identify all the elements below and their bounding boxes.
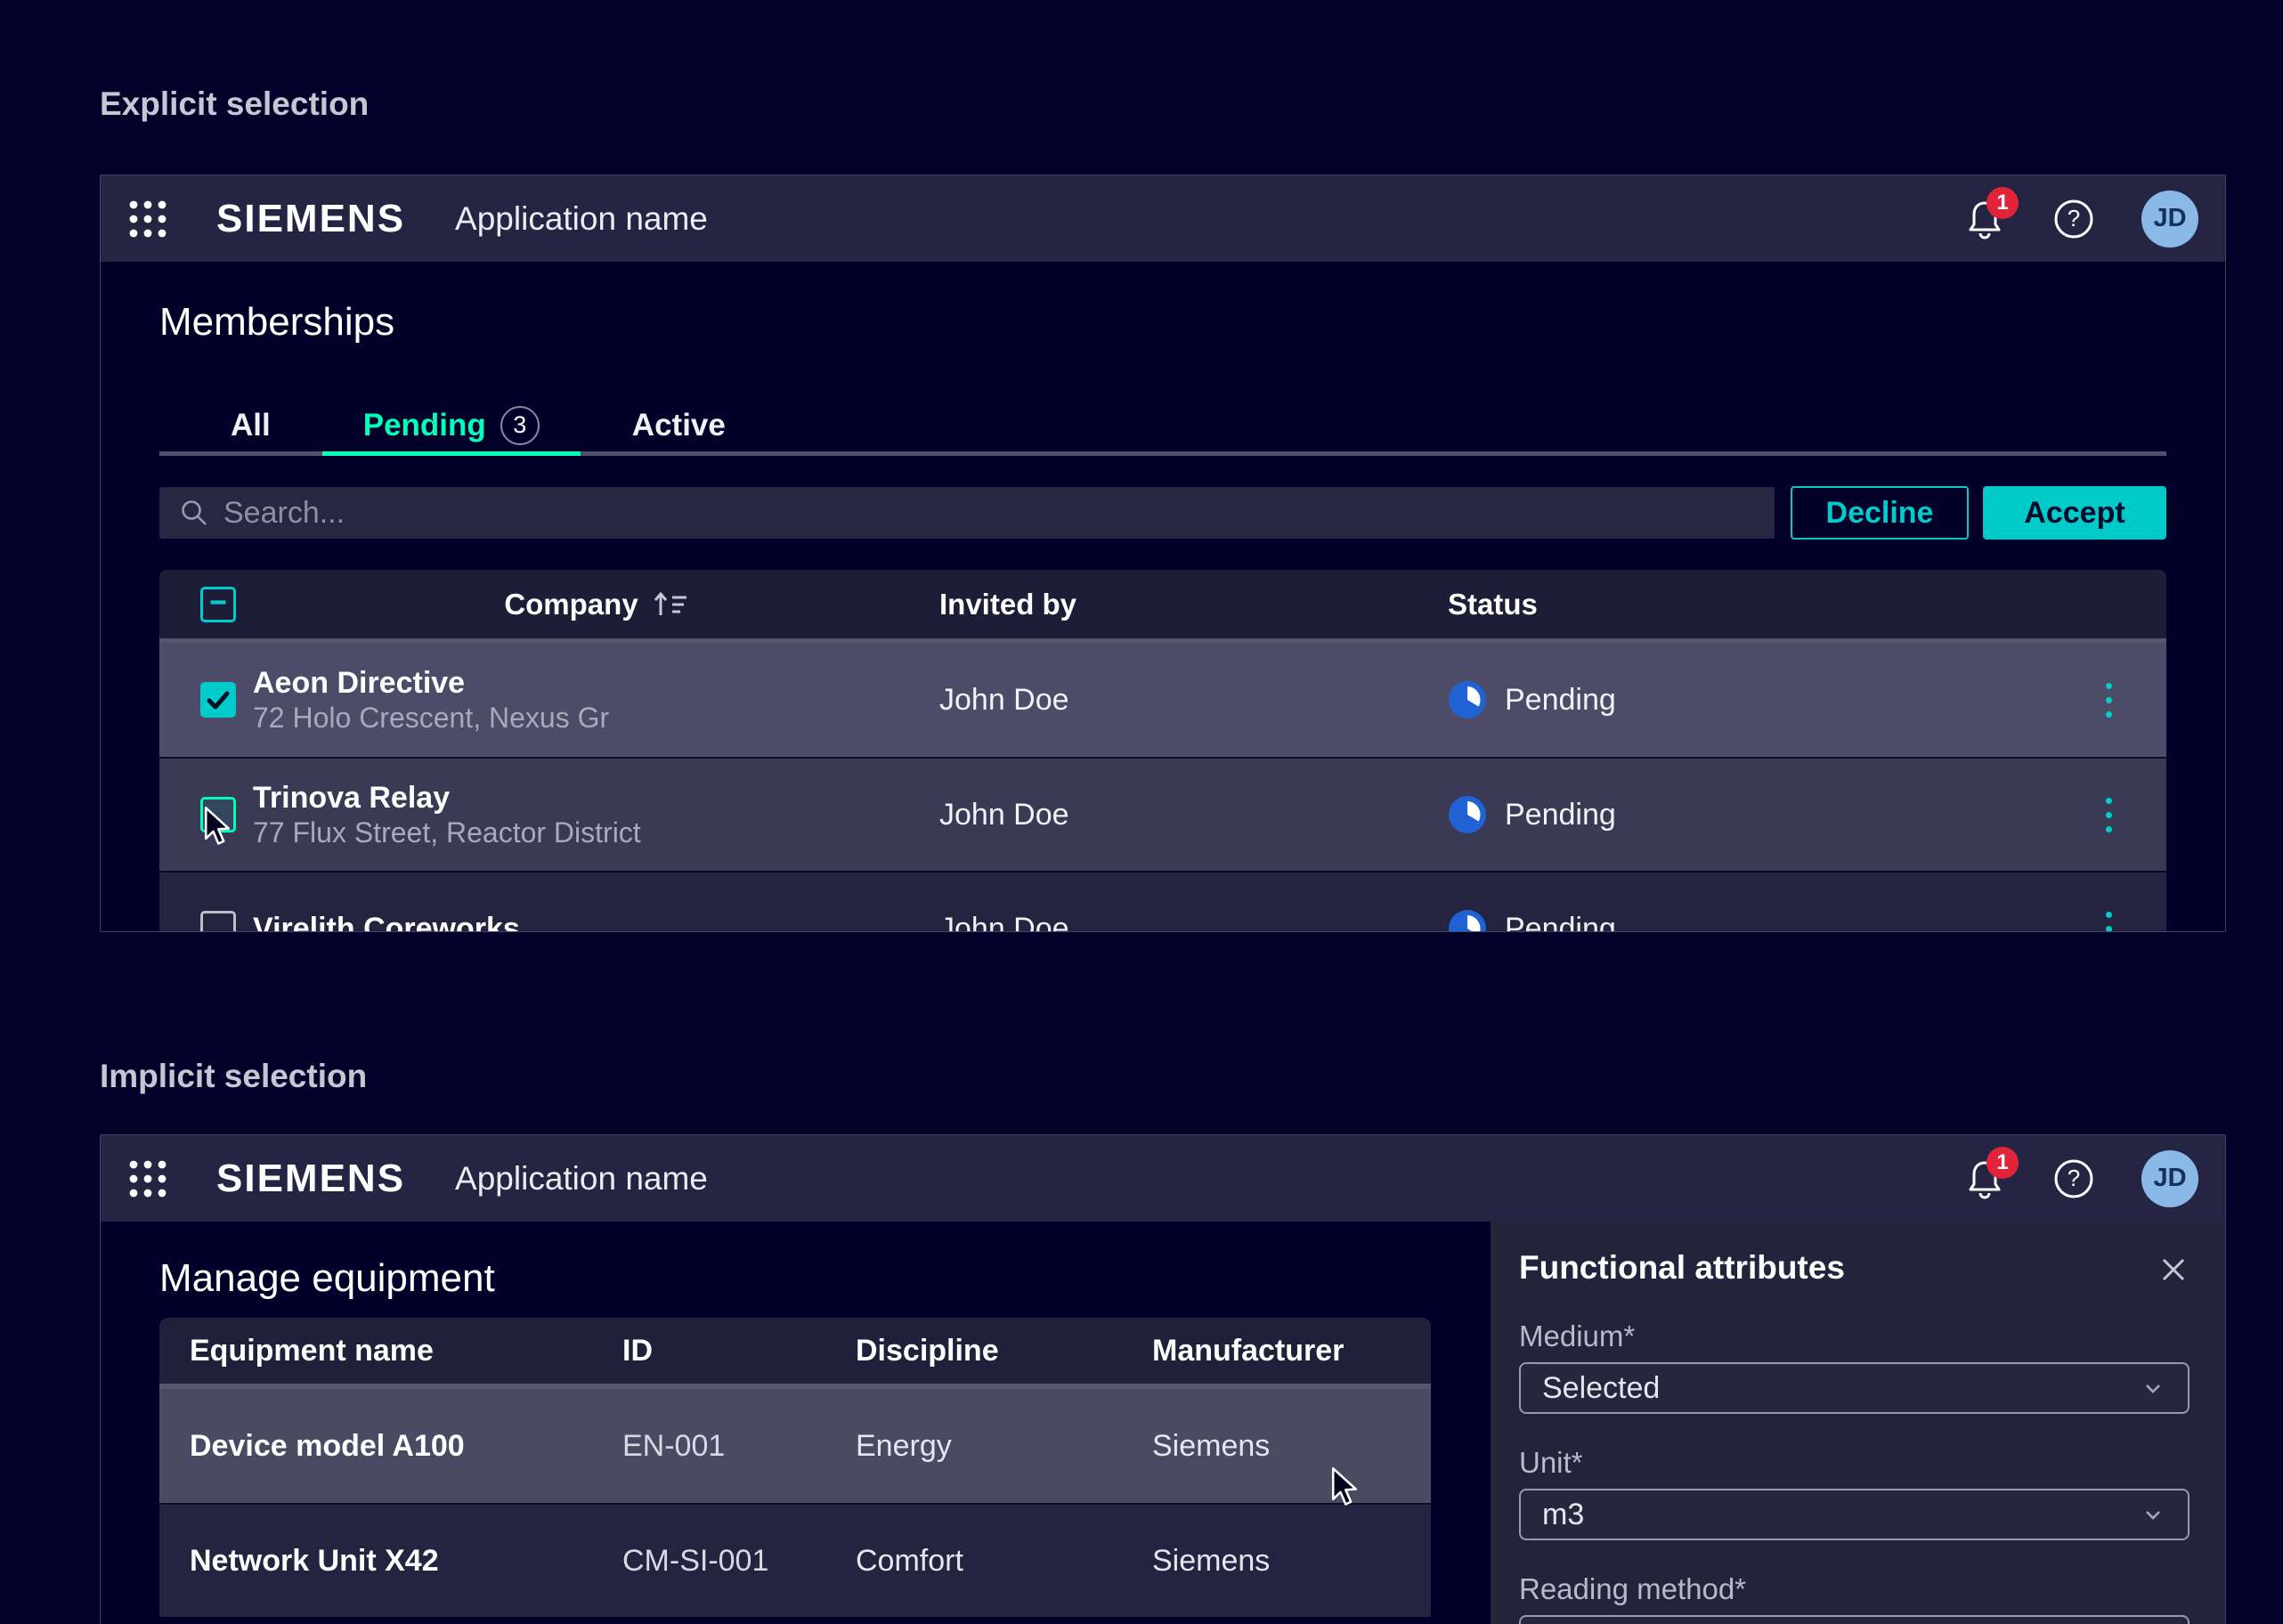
column-status[interactable]: Status [1448, 588, 2051, 621]
notifications-button[interactable]: 1 [1963, 1157, 2006, 1200]
tab-pending[interactable]: Pending 3 [322, 399, 581, 456]
table-row[interactable]: Aeon Directive 72 Holo Crescent, Nexus G… [159, 643, 2166, 757]
mouse-cursor [1330, 1467, 1359, 1508]
row-checkbox-unchecked[interactable] [200, 911, 236, 932]
application-name: Application name [455, 200, 708, 238]
status-text: Pending [1505, 912, 1616, 933]
chevron-down-icon [2140, 1501, 2166, 1528]
equipment-discipline: Comfort [856, 1544, 1152, 1579]
table-row[interactable]: Network Unit X42 CM-SI-001 Comfort Sieme… [159, 1503, 1431, 1617]
company-name: Aeon Directive [253, 665, 939, 701]
siemens-logo: SIEMENS [216, 197, 405, 241]
equipment-id: CM-SI-001 [622, 1544, 856, 1579]
unit-select[interactable]: m3 [1519, 1489, 2190, 1540]
reading-method-select[interactable] [1519, 1615, 2190, 1624]
close-icon[interactable] [2157, 1254, 2190, 1286]
equipment-manufacturer: Siemens [1152, 1544, 1431, 1579]
equipment-manufacturer: Siemens [1152, 1429, 1431, 1464]
invited-by: John Doe [939, 798, 1448, 832]
memberships-window: SIEMENS Application name 1 ? JD Membersh [100, 175, 2226, 932]
table-header-row: Equipment name ID Discipline Manufacture… [159, 1318, 1431, 1389]
panel-title: Functional attributes [1519, 1248, 1845, 1287]
column-id[interactable]: ID [622, 1334, 856, 1368]
row-menu-button[interactable] [2100, 678, 2117, 723]
equipment-table: Equipment name ID Discipline Manufacture… [159, 1318, 1431, 1617]
app-header: SIEMENS Application name 1 ? JD [101, 175, 2225, 262]
tab-all[interactable]: All [190, 399, 312, 456]
help-icon[interactable]: ? [2052, 1157, 2095, 1200]
column-invited-by[interactable]: Invited by [939, 588, 1448, 621]
pending-status-icon [1448, 795, 1487, 834]
section-label-explicit: Explicit selection [100, 85, 369, 123]
search-icon [179, 498, 209, 528]
user-avatar[interactable]: JD [2141, 191, 2198, 248]
app-launcher-icon[interactable] [127, 1158, 168, 1199]
accept-button[interactable]: Accept [1983, 486, 2166, 540]
svg-text:?: ? [2068, 1165, 2080, 1191]
section-label-implicit: Implicit selection [100, 1058, 367, 1095]
help-icon[interactable]: ? [2052, 198, 2095, 240]
siemens-logo: SIEMENS [216, 1157, 405, 1201]
company-address: 72 Holo Crescent, Nexus Gr [253, 701, 939, 735]
pending-status-icon [1448, 680, 1487, 719]
company-name: Trinova Relay [253, 780, 939, 816]
row-menu-button[interactable] [2100, 792, 2117, 838]
sort-ascending-icon[interactable] [653, 589, 688, 620]
field-label-unit: Unit* [1519, 1444, 2190, 1482]
memberships-table: Company Invited by Status [159, 570, 2166, 932]
column-manufacturer[interactable]: Manufacturer [1152, 1334, 1431, 1368]
field-label-medium: Medium* [1519, 1318, 2190, 1355]
medium-select[interactable]: Selected [1519, 1362, 2190, 1414]
pending-count-badge: 3 [500, 406, 540, 445]
pending-status-icon [1448, 909, 1487, 932]
equipment-window: SIEMENS Application name 1 ? JD [100, 1134, 2226, 1624]
user-avatar[interactable]: JD [2141, 1150, 2198, 1207]
table-header-row: Company Invited by Status [159, 570, 2166, 643]
search-placeholder: Search... [223, 496, 345, 531]
search-input[interactable]: Search... [159, 487, 1775, 539]
application-name: Application name [455, 1160, 708, 1198]
table-row[interactable]: Trinova Relay 77 Flux Street, Reactor Di… [159, 757, 2166, 871]
select-all-checkbox[interactable] [200, 587, 236, 622]
equipment-name: Network Unit X42 [159, 1544, 622, 1579]
tab-bar: All Pending 3 Active [159, 399, 2166, 456]
row-checkbox-checked[interactable] [200, 682, 236, 718]
equipment-id: EN-001 [622, 1429, 856, 1464]
status-text: Pending [1505, 798, 1616, 832]
equipment-discipline: Energy [856, 1429, 1152, 1464]
page-title: Memberships [159, 297, 2166, 347]
column-equipment-name[interactable]: Equipment name [159, 1334, 622, 1368]
page: Explicit selection SIEMENS Application n… [0, 0, 2283, 1624]
status-text: Pending [1505, 683, 1616, 718]
notifications-button[interactable]: 1 [1963, 198, 2006, 240]
invited-by: John Doe [939, 912, 1448, 933]
company-address: 77 Flux Street, Reactor District [253, 816, 939, 849]
field-label-reading-method: Reading method* [1519, 1571, 2190, 1608]
row-menu-button[interactable] [2100, 906, 2117, 933]
invited-by: John Doe [939, 683, 1448, 718]
page-title: Manage equipment [159, 1254, 1432, 1303]
tab-active[interactable]: Active [591, 399, 767, 456]
table-row[interactable]: Device model A100 EN-001 Energy Siemens [159, 1389, 1431, 1503]
table-row[interactable]: Virelith Coreworks John Doe Pending [159, 871, 2166, 932]
functional-attributes-panel: Functional attributes Medium* Selected [1491, 1222, 2225, 1624]
app-header: SIEMENS Application name 1 ? JD [101, 1135, 2225, 1222]
mouse-cursor [203, 807, 232, 848]
notification-badge: 1 [1986, 187, 2019, 219]
chevron-down-icon [2140, 1375, 2166, 1401]
company-name: Virelith Coreworks [253, 911, 939, 932]
column-company[interactable]: Company [504, 588, 638, 621]
notification-badge: 1 [1986, 1147, 2019, 1179]
equipment-name: Device model A100 [159, 1429, 622, 1464]
app-launcher-icon[interactable] [127, 199, 168, 240]
column-discipline[interactable]: Discipline [856, 1334, 1152, 1368]
svg-text:?: ? [2068, 205, 2080, 231]
decline-button[interactable]: Decline [1791, 486, 1969, 540]
